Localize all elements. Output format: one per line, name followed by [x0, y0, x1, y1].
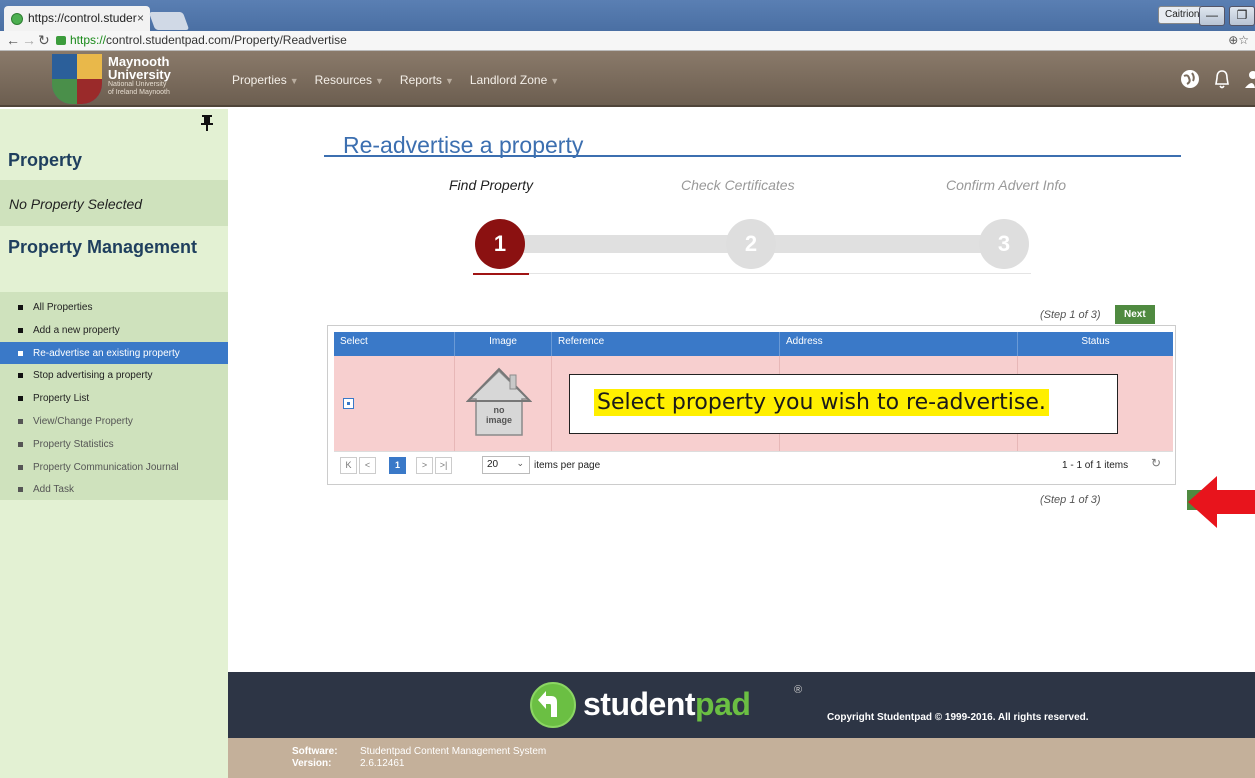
items-per-page-label: items per page: [534, 460, 601, 471]
sidebar-item-add-task[interactable]: Add Task: [0, 478, 228, 501]
top-nav: Properties ▼ Resources ▼ Reports ▼ Landlord…: [232, 73, 559, 87]
row-select-radio[interactable]: [343, 398, 354, 409]
step-count-top: (Step 1 of 3): [1040, 309, 1101, 321]
refresh-icon[interactable]: ↻: [1151, 456, 1161, 470]
sidebar-property-heading: Property: [8, 150, 83, 170]
caret-down-icon: ▼: [444, 76, 454, 86]
select-cell: [334, 356, 455, 451]
header-icons: [1179, 68, 1255, 90]
browser-tab[interactable]: https://control.studer ×: [4, 6, 150, 31]
caret-down-icon: ▼: [289, 76, 299, 86]
last-page-button[interactable]: >|: [435, 457, 452, 474]
footer-version-bar: Software: Studentpad Content Management …: [228, 738, 1255, 778]
prev-page-button[interactable]: <: [359, 457, 376, 474]
col-reference[interactable]: Reference: [552, 332, 780, 356]
image-cell: no image: [455, 356, 552, 451]
step-label-confirm-advert: Confirm Advert Info: [946, 177, 1067, 193]
step-count-bottom: (Step 1 of 3): [1040, 494, 1101, 506]
step-2-circle[interactable]: 2: [726, 219, 776, 269]
favicon-icon: [11, 13, 23, 25]
step-1-circle[interactable]: 1: [475, 219, 525, 269]
red-arrow-annotation-icon: [1188, 476, 1255, 528]
first-page-button[interactable]: K: [340, 457, 357, 474]
caret-down-icon: ▼: [550, 76, 560, 86]
new-tab-button[interactable]: [148, 12, 190, 30]
lock-icon: [56, 36, 66, 46]
url-field[interactable]: https://control.studentpad.com/Property/…: [56, 32, 1216, 49]
tab-title: https://control.studer: [28, 11, 137, 25]
next-page-button[interactable]: >: [416, 457, 433, 474]
svg-text:no: no: [494, 405, 505, 415]
step-underline: [473, 273, 1031, 274]
col-status[interactable]: Status: [1018, 332, 1173, 356]
studentpad-logo[interactable]: studentpad: [583, 686, 751, 723]
nav-reports[interactable]: Reports ▼: [400, 73, 454, 87]
step-label-find-property: Find Property: [449, 177, 534, 193]
callout-text: Select property you wish to re-advertise…: [594, 389, 1049, 416]
university-logo[interactable]: Maynooth University National University …: [108, 55, 171, 97]
nav-properties[interactable]: Properties ▼: [232, 73, 299, 87]
globe-icon[interactable]: [1179, 68, 1201, 90]
copyright-text: Copyright Studentpad © 1999-2016. All ri…: [827, 712, 1089, 723]
chevron-down-icon: ⌄: [516, 458, 524, 468]
step-underline-active: [473, 273, 529, 275]
sidebar-item-statistics[interactable]: Property Statistics: [0, 433, 228, 456]
university-crest-icon: [52, 54, 102, 104]
sidebar-item-view-change[interactable]: View/Change Property: [0, 410, 228, 433]
sidebar-item-communication-journal[interactable]: Property Communication Journal: [0, 456, 228, 479]
footer: studentpad ® Copyright Studentpad © 1999…: [228, 672, 1255, 738]
maximize-button[interactable]: ❐: [1229, 6, 1255, 26]
nav-resources[interactable]: Resources ▼: [315, 73, 384, 87]
sidebar-item-add-property[interactable]: Add a new property: [0, 319, 228, 342]
col-address[interactable]: Address: [780, 332, 1018, 356]
pager-info: 1 - 1 of 1 items: [1062, 460, 1129, 471]
step-3-circle[interactable]: 3: [979, 219, 1029, 269]
pin-icon[interactable]: [201, 115, 213, 136]
address-bar: ← → ↻ https://control.studentpad.com/Pro…: [0, 31, 1255, 51]
reload-icon[interactable]: ↻: [38, 32, 50, 49]
no-property-selected: No Property Selected: [0, 180, 228, 226]
grid-header: Select Image Reference Address Status: [334, 332, 1173, 356]
nav-landlord-zone[interactable]: Landlord Zone ▼: [470, 73, 559, 87]
sidebar-item-property-list[interactable]: Property List: [0, 387, 228, 410]
browser-tabbar: https://control.studer × Caitriona — ❐: [0, 0, 1255, 31]
next-button-top[interactable]: Next: [1115, 305, 1155, 324]
tab-close-icon[interactable]: ×: [137, 11, 144, 25]
svg-text:image: image: [486, 415, 512, 425]
title-divider: [324, 155, 1181, 157]
col-image[interactable]: Image: [455, 332, 552, 356]
sidebar-item-stop-advertising[interactable]: Stop advertising a property: [0, 364, 228, 387]
back-arrow-icon[interactable]: ←: [6, 32, 20, 48]
page-size-select[interactable]: 20 ⌄: [482, 456, 530, 474]
instruction-callout: Select property you wish to re-advertise…: [569, 374, 1118, 434]
sidebar-item-readvertise[interactable]: Re-advertise an existing property: [0, 341, 228, 365]
grid-pager: K < 1 > >| 20 ⌄ items per page 1 - 1 of …: [334, 451, 1173, 479]
no-image-house-icon: no image: [466, 367, 532, 436]
sidebar: Property No Property Selected Property M…: [0, 109, 228, 778]
col-select[interactable]: Select: [334, 332, 455, 356]
forward-arrow-icon[interactable]: →: [22, 32, 36, 48]
bell-icon[interactable]: [1211, 68, 1233, 90]
app-header: Maynooth University National University …: [0, 51, 1255, 107]
sidebar-management-heading: Property Management: [8, 237, 198, 257]
step-label-check-certificates: Check Certificates: [681, 177, 795, 193]
sidebar-menu: All Properties Add a new property Re-adv…: [0, 292, 228, 500]
page-1-button[interactable]: 1: [389, 457, 406, 474]
user-icon[interactable]: [1243, 68, 1255, 90]
sidebar-item-all-properties[interactable]: All Properties: [0, 296, 228, 319]
caret-down-icon: ▼: [374, 76, 384, 86]
zoom-icon[interactable]: ⊕☆: [1228, 33, 1249, 47]
minimize-button[interactable]: —: [1199, 6, 1225, 26]
studentpad-logo-icon: [530, 682, 576, 728]
